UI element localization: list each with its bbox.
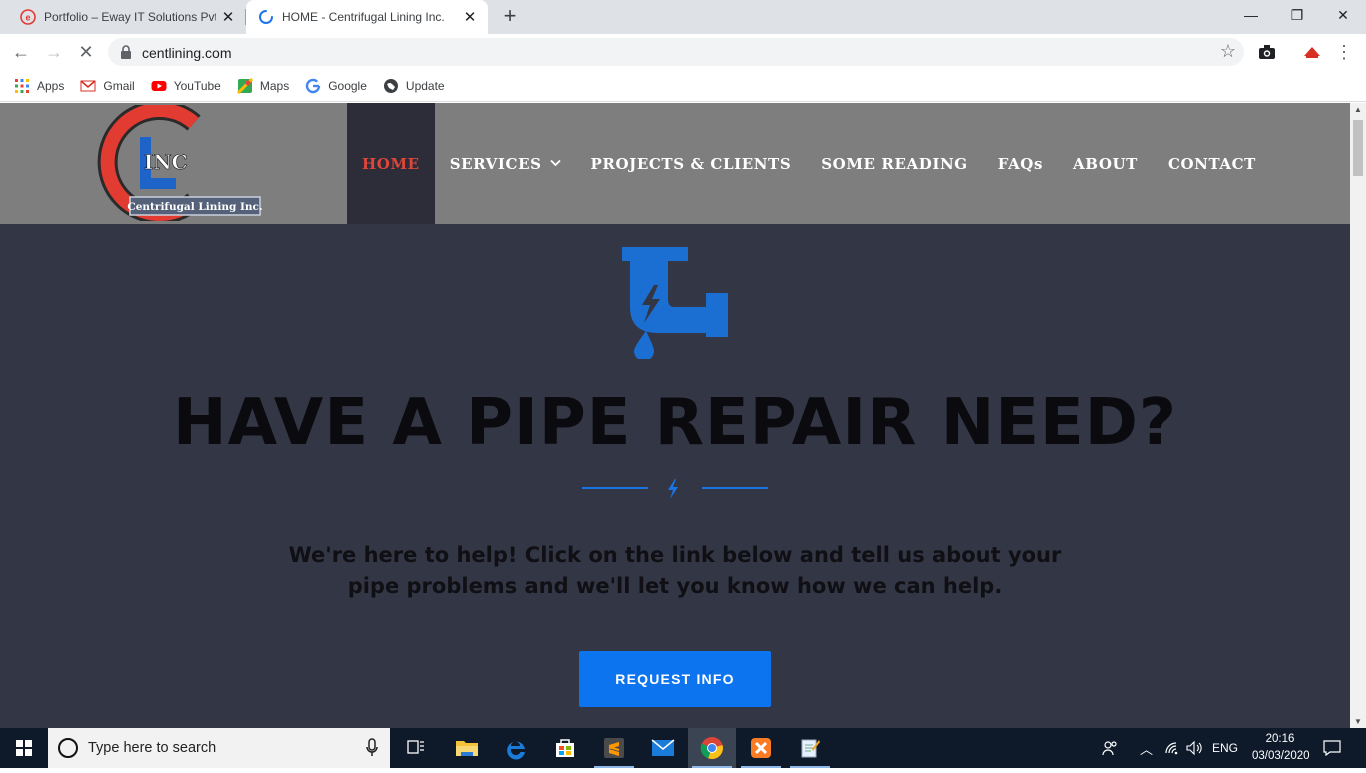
url-text[interactable]: centlining.com <box>142 45 232 61</box>
site-logo[interactable]: INC Centrifugal Lining Inc. <box>86 103 266 224</box>
nav-contact[interactable]: CONTACT <box>1153 103 1271 224</box>
clock-date: 03/03/2020 <box>1252 750 1310 762</box>
windows-taskbar: Type here to search ︿ ENG 20:16 03/03/20… <box>0 728 1366 768</box>
tab-portfolio[interactable]: e Portfolio – Eway IT Solutions Pvt ✕ <box>8 0 246 34</box>
google-icon <box>305 78 321 94</box>
minimize-button[interactable]: — <box>1228 0 1274 30</box>
browser-toolbar: ← → ✕ centlining.com ☆ ⋮ <box>0 34 1366 70</box>
close-tab-icon[interactable]: ✕ <box>216 8 240 26</box>
bookmark-label: Google <box>328 78 367 93</box>
apps-grid-icon <box>14 78 30 94</box>
tab-strip: e Portfolio – Eway IT Solutions Pvt ✕ HO… <box>0 0 1366 34</box>
globe-icon <box>383 78 399 94</box>
bookmark-label: Update <box>405 78 445 93</box>
portfolio-favicon-icon: e <box>20 9 36 25</box>
divider-line-left <box>582 487 648 489</box>
loading-spinner-icon <box>258 9 274 25</box>
nav-home[interactable]: HOME <box>347 103 435 224</box>
leaking-pipe-icon <box>620 247 730 361</box>
close-tab-icon[interactable]: ✕ <box>458 8 482 26</box>
system-clock[interactable]: 20:16 03/03/2020 <box>1252 731 1310 765</box>
nav-services[interactable]: SERVICES <box>435 103 576 224</box>
bookmarks-bar: Apps Gmail YouTube Maps Google Update <box>0 70 1366 102</box>
tab-home-active[interactable]: HOME - Centrifugal Lining Inc. ✕ <box>246 0 488 34</box>
new-tab-button[interactable]: + <box>498 5 522 29</box>
restore-button[interactable]: ❐ <box>1274 0 1320 30</box>
webpage: INC Centrifugal Lining Inc. HOME SERVICE… <box>0 103 1350 728</box>
file-explorer-icon[interactable] <box>443 728 491 768</box>
nav-some-reading[interactable]: SOME READING <box>806 103 982 224</box>
scrollbar-thumb[interactable] <box>1353 120 1363 176</box>
bookmark-google[interactable]: Google <box>305 78 367 94</box>
bookmark-label: YouTube <box>173 78 221 93</box>
scroll-up-arrow-icon[interactable]: ▲ <box>1350 105 1366 114</box>
tray-overflow-chevron-icon[interactable]: ︿ <box>1140 728 1153 768</box>
back-button[interactable]: ← <box>9 40 33 64</box>
tab-title: Portfolio – Eway IT Solutions Pvt <box>44 10 216 24</box>
clock-time: 20:16 <box>1265 733 1295 745</box>
bookmark-label: Maps <box>259 78 290 93</box>
bookmark-star-icon[interactable]: ☆ <box>1220 41 1236 62</box>
scroll-down-arrow-icon[interactable]: ▼ <box>1350 717 1366 726</box>
nav-about[interactable]: ABOUT <box>1058 103 1153 224</box>
task-view-icon[interactable] <box>392 728 440 768</box>
people-icon[interactable] <box>1102 728 1118 768</box>
nav-faqs[interactable]: FAQs <box>983 103 1058 224</box>
youtube-icon <box>151 78 167 94</box>
gmail-icon <box>80 78 96 94</box>
wifi-icon[interactable] <box>1164 728 1180 768</box>
notepad-icon[interactable] <box>786 728 834 768</box>
site-header: INC Centrifugal Lining Inc. HOME SERVICE… <box>0 103 1350 224</box>
start-button[interactable] <box>0 728 48 768</box>
tab-title: HOME - Centrifugal Lining Inc. <box>282 10 445 24</box>
taskbar-search[interactable]: Type here to search <box>48 728 390 768</box>
maps-icon <box>236 77 253 94</box>
bookmark-label: Gmail <box>103 78 135 93</box>
input-language[interactable]: ENG <box>1212 728 1238 768</box>
camera-extension-icon[interactable] <box>1257 42 1277 62</box>
bookmark-label: Apps <box>37 78 65 93</box>
divider-line-right <box>702 487 768 489</box>
edge-browser-icon[interactable] <box>492 728 540 768</box>
lock-icon[interactable] <box>120 45 132 64</box>
xampp-icon[interactable] <box>737 728 785 768</box>
microphone-icon[interactable] <box>366 738 378 763</box>
nav-label: SERVICES <box>449 154 542 173</box>
volume-icon[interactable] <box>1186 728 1204 768</box>
bookmark-apps[interactable]: Apps <box>14 78 64 94</box>
forward-button[interactable]: → <box>42 40 66 64</box>
close-window-button[interactable]: ✕ <box>1320 0 1366 30</box>
request-info-button[interactable]: REQUEST INFO <box>579 651 771 707</box>
logo-wordmark: Centrifugal Lining Inc. <box>127 201 262 213</box>
nav-projects-clients[interactable]: PROJECTS & CLIENTS <box>576 103 807 224</box>
chevron-down-icon <box>549 157 561 170</box>
main-nav: HOME SERVICES PROJECTS & CLIENTS SOME RE… <box>347 103 1271 224</box>
logo-mark: INC <box>144 150 188 174</box>
bookmark-update[interactable]: Update <box>383 78 445 94</box>
chrome-menu-icon[interactable]: ⋮ <box>1332 40 1356 64</box>
address-bar[interactable]: centlining.com ☆ <box>108 38 1244 66</box>
mail-icon[interactable] <box>639 728 687 768</box>
action-center-icon[interactable] <box>1323 728 1341 768</box>
page-scrollbar[interactable]: ▲ ▼ <box>1350 103 1366 728</box>
bookmark-youtube[interactable]: YouTube <box>151 78 221 94</box>
hero-headline: HAVE A PIPE REPAIR NEED? <box>173 386 1177 460</box>
chrome-taskbar-icon[interactable] <box>688 728 736 768</box>
bookmark-maps[interactable]: Maps <box>236 77 290 94</box>
microsoft-store-icon[interactable] <box>541 728 589 768</box>
lightning-bolt-icon <box>666 479 680 499</box>
hero-tagline: We're here to help! Click on the link be… <box>288 543 1062 598</box>
stop-loading-button[interactable]: ✕ <box>74 40 98 64</box>
extension-icon[interactable] <box>1302 42 1322 62</box>
search-placeholder: Type here to search <box>88 740 217 756</box>
svg-text:e: e <box>25 13 30 23</box>
sublime-text-icon[interactable] <box>590 728 638 768</box>
bookmark-gmail[interactable]: Gmail <box>80 78 135 94</box>
cortana-icon <box>58 738 78 758</box>
